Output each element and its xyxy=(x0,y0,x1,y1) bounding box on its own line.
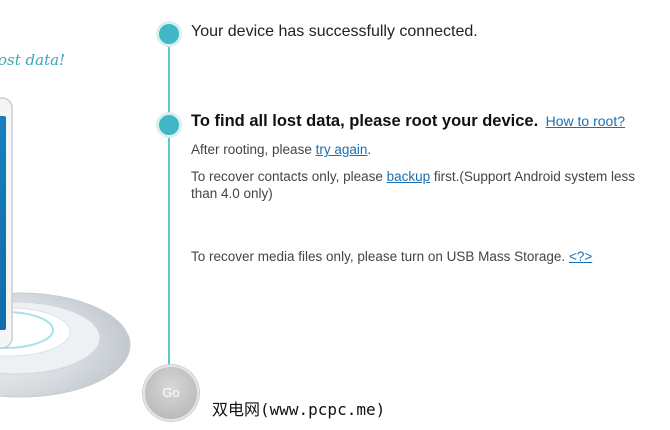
how-to-root-link[interactable]: How to root? xyxy=(546,113,625,129)
recovery-wizard-panel: ost data! Your device has successfully c… xyxy=(0,0,670,430)
usb-storage-help-link[interactable]: <?> xyxy=(569,249,592,264)
watermark-text: 双电网(www.pcpc.me) xyxy=(212,400,386,419)
try-again-link[interactable]: try again xyxy=(316,142,368,157)
device-illustration: ost data! xyxy=(0,0,150,430)
tagline-text: ost data! xyxy=(0,51,66,69)
recover-media-text: To recover media files only, please turn… xyxy=(191,248,592,265)
step-indicator-root xyxy=(156,112,182,138)
backup-link[interactable]: backup xyxy=(387,169,431,184)
after-rooting-text: After rooting, please try again. xyxy=(191,141,371,158)
root-heading: To find all lost data, please root your … xyxy=(191,112,539,130)
connected-message: Your device has successfully connected. xyxy=(191,23,478,40)
timeline-line xyxy=(168,34,170,366)
root-heading-row: To find all lost data, please root your … xyxy=(191,112,625,131)
recover-contacts-text: To recover contacts only, please backup … xyxy=(191,168,661,202)
step-indicator-connected xyxy=(156,21,182,47)
after-rooting-suffix: . xyxy=(367,142,372,157)
recover-contacts-prefix: To recover contacts only, please xyxy=(191,169,387,184)
after-rooting-prefix: After rooting, please xyxy=(191,142,316,157)
recover-media-prefix: To recover media files only, please turn… xyxy=(191,249,569,264)
go-button[interactable]: Go xyxy=(143,365,199,421)
